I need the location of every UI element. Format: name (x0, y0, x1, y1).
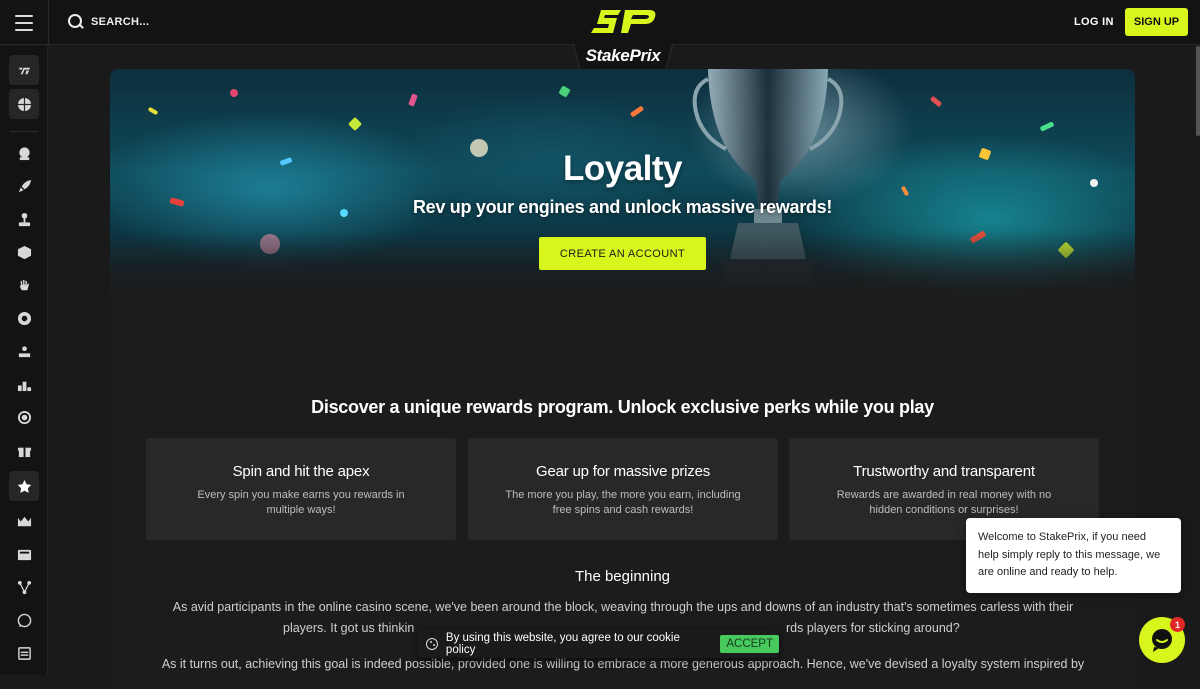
sidebar-item-roulette[interactable] (9, 303, 39, 333)
affiliate-icon (17, 580, 31, 594)
sidebar-item-sports-logo[interactable] (9, 55, 39, 85)
joystick-icon (18, 212, 30, 226)
search-box[interactable]: SEARCH... (68, 14, 149, 29)
create-account-button[interactable]: CREATE AN ACCOUNT (539, 237, 706, 270)
chat-message-bubble[interactable]: Welcome to StakePrix, if you need help s… (966, 518, 1181, 593)
chat-icon (17, 613, 31, 627)
sidebar-item-dice[interactable] (9, 237, 39, 267)
hero-banner: Loyalty Rev up your engines and unlock m… (110, 69, 1135, 301)
target-icon (17, 410, 31, 424)
accept-cookies-button[interactable]: ACCEPT (720, 635, 779, 653)
reward-card: Spin and hit the apex Every spin you mak… (146, 438, 456, 540)
rewards-title: Discover a unique rewards program. Unloc… (311, 397, 934, 417)
leaderboard-icon (17, 381, 31, 391)
cookie-icon (426, 638, 438, 650)
brand-wordmark: StakePrix (585, 46, 661, 65)
cookie-banner: By using this website, you agree to our … (417, 630, 779, 658)
menu-icon[interactable] (14, 13, 34, 33)
sidebar-item-news[interactable] (9, 539, 39, 569)
reward-card-title: Gear up for massive prizes (535, 463, 711, 480)
sidebar-item-live[interactable] (9, 270, 39, 300)
scrollbar[interactable] (1196, 46, 1200, 136)
reward-card: Gear up for massive prizes The more you … (468, 438, 778, 540)
reward-card-text: Every spin you make earns you rewards in… (197, 489, 405, 516)
dice-icon (17, 245, 31, 259)
sidebar-item-support[interactable] (9, 605, 39, 635)
header-divider (48, 0, 49, 45)
blog-icon (17, 646, 31, 660)
star-icon (17, 479, 31, 493)
sidebar-item-target[interactable] (9, 402, 39, 432)
sidebar-item-loyalty[interactable] (9, 471, 39, 501)
gift-icon (17, 447, 31, 457)
sidebar-item-promotions[interactable] (9, 435, 39, 465)
sidebar-item-affiliate[interactable] (9, 572, 39, 602)
sidebar-item-crash[interactable] (9, 171, 39, 201)
sidebar-item-blog[interactable] (9, 638, 39, 668)
sidebar-item-leaderboard[interactable] (9, 369, 39, 399)
news-icon (17, 549, 31, 560)
notification-badge: 1 (1170, 617, 1185, 632)
main-content: Loyalty Rev up your engines and unlock m… (110, 69, 1135, 689)
sidebar-item-vip[interactable] (9, 506, 39, 536)
sidebar-item-table[interactable] (9, 336, 39, 366)
chat-bubble-icon (1152, 629, 1172, 652)
sidebar-item-money[interactable] (9, 138, 39, 168)
signup-button[interactable]: SIGN UP (1125, 8, 1188, 36)
sidebar (0, 46, 48, 675)
search-icon (68, 14, 83, 29)
sidebar-separator (10, 131, 38, 132)
crown-icon (17, 516, 31, 526)
hand-icon (19, 279, 29, 290)
roulette-icon (17, 311, 31, 325)
search-placeholder: SEARCH... (91, 15, 150, 28)
reward-card-text: The more you play, the more you earn, in… (505, 489, 741, 516)
hero-subtitle: Rev up your engines and unlock massive r… (412, 197, 833, 217)
basketball-icon (17, 97, 31, 111)
reward-card-title: Trustworthy and transparent (853, 463, 1035, 480)
login-button[interactable]: LOG IN (1074, 16, 1114, 28)
reward-card-title: Spin and hit the apex (232, 463, 370, 480)
stage-icon (18, 345, 30, 357)
sidebar-item-arcade[interactable] (9, 204, 39, 234)
rocket-icon (18, 179, 31, 192)
cookie-text: By using this website, you agree to our … (445, 632, 680, 656)
sports-logo-icon (18, 67, 30, 74)
hero-title: Loyalty (562, 149, 683, 188)
story-paragraph-line: As avid participants in the online casin… (172, 600, 1074, 614)
money-bag-icon (18, 146, 30, 160)
reward-card-text: Rewards are awarded in real money with n… (836, 489, 1052, 516)
sidebar-item-basketball[interactable] (9, 89, 39, 119)
